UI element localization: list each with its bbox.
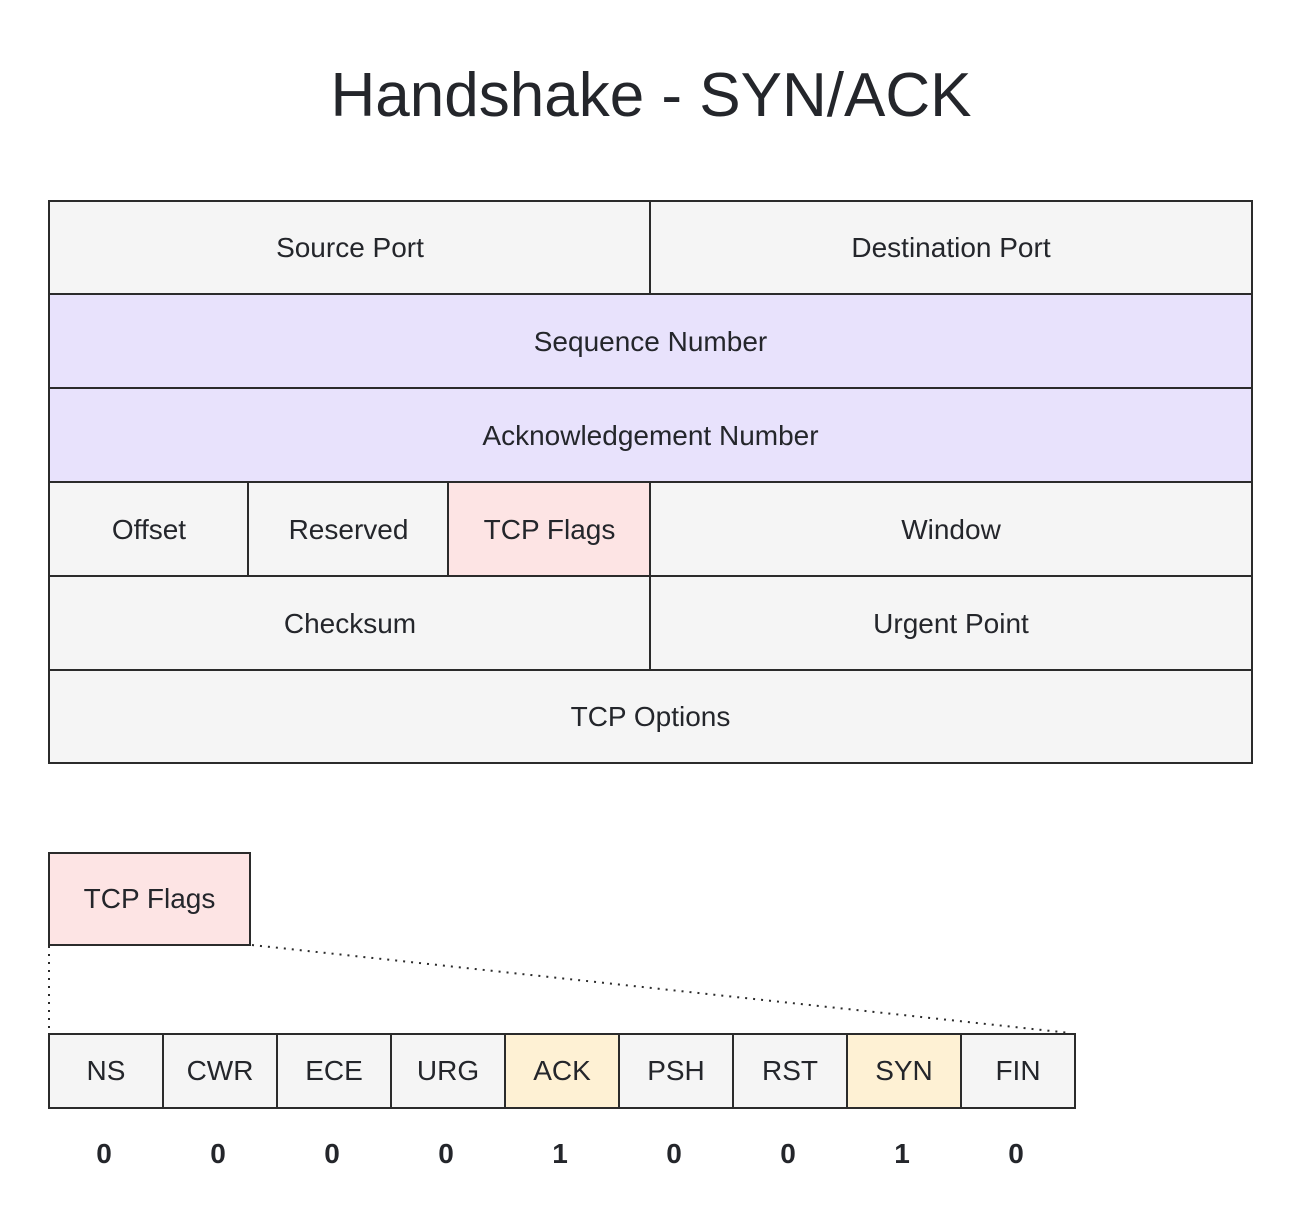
flag-syn: SYN [846,1033,962,1109]
flag-name: SYN [875,1055,933,1086]
flag-value-ns: 0 [96,1138,112,1169]
flag-rst: RST [732,1033,848,1109]
flag-name: ECE [305,1055,363,1086]
flag-value-ack: 1 [552,1138,568,1169]
flag-ns: NS [48,1033,164,1109]
flag-value-fin: 0 [1008,1138,1024,1169]
flag-value-psh: 0 [666,1138,682,1169]
flag-cwr: CWR [162,1033,278,1109]
connector-right [251,944,1071,1034]
flag-ack: ACK [504,1033,620,1109]
flag-urg: URG [390,1033,506,1109]
flag-ece: ECE [276,1033,392,1109]
flag-name: CWR [186,1055,254,1086]
flag-value-ece: 0 [324,1138,340,1169]
flag-name: ACK [533,1055,591,1086]
flag-name: FIN [995,1055,1041,1086]
flag-value-urg: 0 [438,1138,454,1169]
flag-name: PSH [647,1055,705,1086]
flag-value-syn: 1 [894,1138,910,1169]
flag-value-rst: 0 [780,1138,796,1169]
flag-name: RST [762,1055,818,1086]
flag-value-cwr: 0 [210,1138,226,1169]
flag-name: URG [416,1055,480,1086]
flag-psh: PSH [618,1033,734,1109]
flags-detail-label: TCP Flags [83,883,216,914]
flags-detail-label-box: TCP Flags [48,852,251,946]
flag-fin: FIN [960,1033,1076,1109]
flag-name: NS [86,1055,126,1086]
